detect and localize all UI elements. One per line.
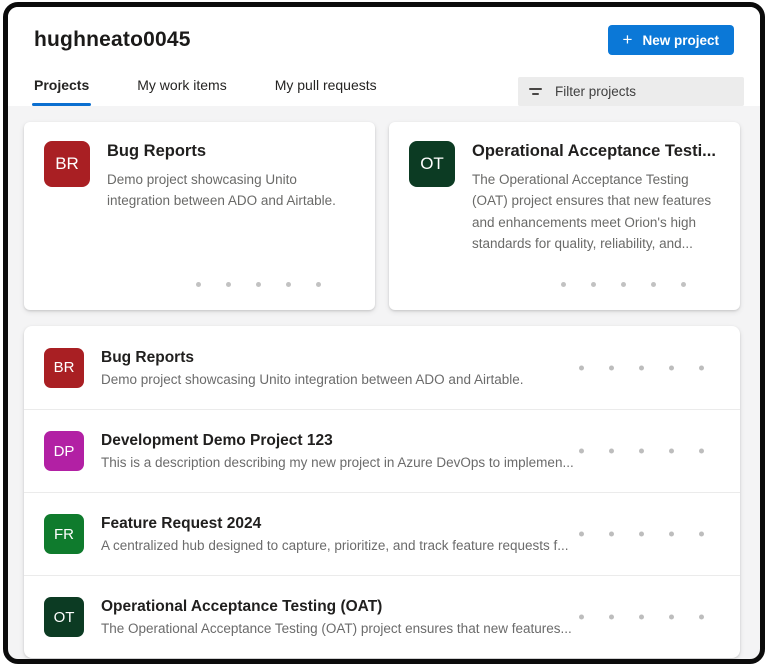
dot [669, 448, 674, 454]
dot [639, 614, 644, 620]
project-avatar: OT [409, 141, 455, 187]
project-avatar: DP [44, 431, 84, 471]
member-placeholder-dots [196, 282, 321, 287]
new-project-button[interactable]: + New project [607, 25, 734, 55]
project-row-description: The Operational Acceptance Testing (OAT)… [101, 621, 572, 636]
dot [621, 282, 626, 287]
dot [579, 448, 584, 454]
project-row-description: This is a description describing my new … [101, 455, 574, 470]
dot [681, 282, 686, 287]
dot [561, 282, 566, 287]
project-avatar: BR [44, 347, 84, 388]
dot [579, 531, 584, 537]
project-row-feature-request-2024[interactable]: FR Feature Request 2024 A centralized hu… [24, 492, 740, 575]
project-avatar: BR [44, 141, 90, 187]
dot [639, 365, 644, 370]
dot [609, 531, 614, 537]
member-placeholder-dots [579, 365, 704, 370]
project-row-description: A centralized hub designed to capture, p… [101, 538, 569, 553]
project-row-title: Development Demo Project 123 [101, 432, 333, 449]
project-card-description: The Operational Acceptance Testing (OAT)… [472, 172, 712, 251]
projects-content: BR Bug Reports Demo project showcasing U… [8, 106, 760, 658]
dot [669, 531, 674, 537]
project-row-title: Feature Request 2024 [101, 515, 262, 532]
member-placeholder-dots [579, 614, 704, 620]
dot [651, 282, 656, 287]
project-row-bug-reports[interactable]: BR Bug Reports Demo project showcasing U… [24, 326, 740, 409]
new-project-button-label: New project [642, 32, 719, 48]
project-card-description: Demo project showcasing Unito integratio… [107, 172, 336, 209]
filter-projects-box[interactable] [518, 77, 744, 106]
tab-projects[interactable]: Projects [24, 75, 99, 106]
dot [579, 365, 584, 370]
page-header: hughneato0045 + New project Projects My … [8, 7, 760, 106]
dot [699, 448, 704, 454]
project-card-title: Bug Reports [107, 142, 206, 160]
dot [699, 531, 704, 537]
app-window: hughneato0045 + New project Projects My … [3, 2, 765, 664]
tab-bar: Projects My work items My pull requests [24, 75, 387, 106]
dot [609, 614, 614, 620]
project-row-description: Demo project showcasing Unito integratio… [101, 371, 524, 387]
dot [609, 365, 614, 370]
member-placeholder-dots [579, 531, 704, 537]
plus-icon: + [622, 30, 633, 49]
dot [699, 365, 704, 370]
dot [256, 282, 261, 287]
dot [669, 614, 674, 620]
dot [579, 614, 584, 620]
tab-my-work-items[interactable]: My work items [127, 75, 236, 106]
dot [699, 614, 704, 620]
page-title: hughneato0045 [34, 28, 191, 51]
project-card-bug-reports[interactable]: BR Bug Reports Demo project showcasing U… [24, 122, 375, 310]
dot [639, 448, 644, 454]
project-cards-grid: BR Bug Reports Demo project showcasing U… [8, 106, 760, 325]
member-placeholder-dots [579, 448, 704, 454]
dot [609, 448, 614, 454]
dot [316, 282, 321, 287]
project-row-title: Operational Acceptance Testing (OAT) [101, 598, 383, 615]
project-avatar: OT [44, 597, 84, 637]
filter-projects-input[interactable] [553, 83, 734, 100]
project-card-operational-acceptance-testing[interactable]: OT Operational Acceptance Testi... The O… [389, 122, 740, 310]
dot [639, 531, 644, 537]
tab-my-pull-requests[interactable]: My pull requests [265, 75, 387, 106]
project-avatar: FR [44, 514, 84, 554]
project-card-title: Operational Acceptance Testi... [472, 142, 716, 160]
project-row-title: Bug Reports [101, 348, 194, 366]
dot [591, 282, 596, 287]
member-placeholder-dots [561, 282, 686, 287]
dot [669, 365, 674, 370]
dot [196, 282, 201, 287]
project-row-operational-acceptance-testing[interactable]: OT Operational Acceptance Testing (OAT) … [24, 575, 740, 658]
projects-list: BR Bug Reports Demo project showcasing U… [24, 326, 740, 658]
dot [286, 282, 291, 287]
dot [226, 282, 231, 287]
project-row-development-demo-project-123[interactable]: DP Development Demo Project 123 This is … [24, 409, 740, 492]
filter-icon [528, 88, 542, 95]
